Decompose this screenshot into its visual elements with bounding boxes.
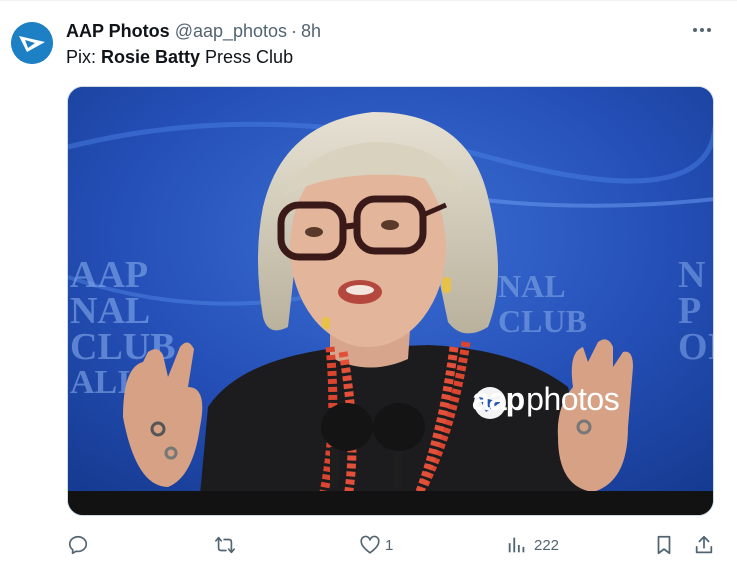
timestamp[interactable]: 8h — [301, 21, 321, 42]
aap-photos-watermark: aap photos — [472, 381, 620, 418]
views-button[interactable]: 222 — [506, 531, 559, 559]
svg-text:NAL: NAL — [498, 268, 566, 304]
svg-text:OI: OI — [678, 326, 714, 368]
like-count: 1 — [385, 536, 394, 554]
tweet-header: AAP Photos @aap_photos · 8h — [66, 19, 713, 43]
views-count: 222 — [534, 536, 560, 554]
avatar[interactable] — [11, 22, 53, 64]
aap-logo-icon — [11, 22, 53, 64]
tweet-photo[interactable]: AAP NAL CLUB ALIA N P OI NAL CLUB — [67, 86, 714, 516]
share-button[interactable] — [693, 531, 715, 559]
watermark-bold: aap — [472, 381, 525, 417]
retweet-button[interactable] — [213, 531, 243, 559]
tweet-text-prefix: Pix: — [66, 47, 102, 67]
watermark-regular: photos — [526, 381, 620, 417]
heart-icon — [360, 535, 380, 554]
views-chart-icon — [508, 537, 525, 553]
tweet-actions: 1 222 — [67, 531, 717, 559]
share-icon — [695, 535, 713, 554]
more-options-button[interactable] — [689, 19, 715, 41]
reply-icon — [68, 535, 88, 555]
display-name[interactable]: AAP Photos — [66, 21, 170, 42]
user-handle[interactable]: @aap_photos — [175, 21, 287, 42]
separator-dot: · — [291, 20, 298, 41]
tweet-text-suffix: Press Club — [200, 47, 294, 67]
bookmark-icon — [657, 535, 671, 555]
photo-scene: AAP NAL CLUB ALIA N P OI NAL CLUB — [68, 87, 714, 515]
tweet-text: Pix: Rosie Batty Press Club — [66, 47, 293, 68]
top-divider — [0, 0, 737, 1]
like-button[interactable]: 1 — [359, 531, 393, 559]
bookmark-button[interactable] — [653, 531, 675, 559]
svg-text:CLUB: CLUB — [498, 303, 587, 339]
tweet-text-bold: Rosie Batty — [101, 47, 201, 67]
more-dots-icon — [693, 28, 711, 32]
reply-button[interactable] — [67, 531, 95, 559]
retweet-icon — [215, 536, 235, 554]
